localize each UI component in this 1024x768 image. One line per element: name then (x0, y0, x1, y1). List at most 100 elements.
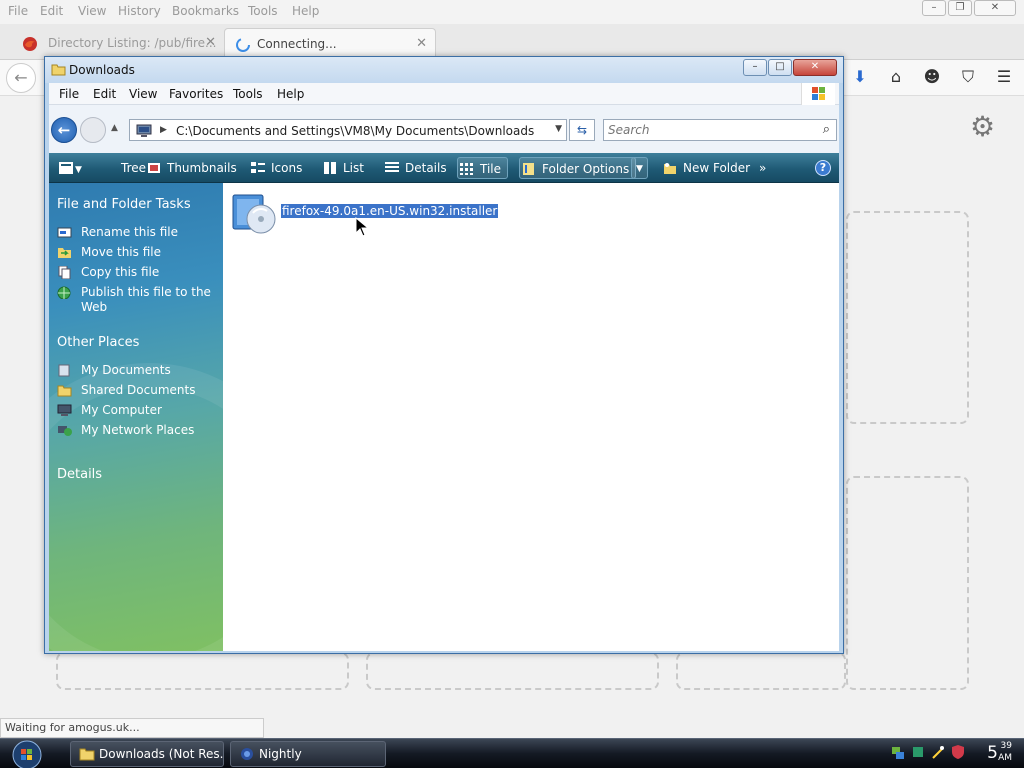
shared-documents-link[interactable]: Shared Documents (57, 383, 217, 398)
more-chevron-icon[interactable]: » (759, 157, 766, 179)
ff-status-bar: Waiting for amogus.uk... (0, 718, 264, 738)
taskbar-nightly-button[interactable]: Nightly (230, 741, 386, 767)
icons-button[interactable]: Icons (249, 157, 302, 179)
other-places-heading[interactable]: Other Places (57, 335, 139, 350)
taskbar-downloads-button[interactable]: Downloads (Not Res... (70, 741, 224, 767)
tile-button[interactable]: Tile (457, 157, 509, 179)
tray-network-icon[interactable] (890, 743, 906, 761)
computer-icon (136, 124, 152, 137)
network-icon (58, 426, 72, 436)
ff-menu-bookmarks[interactable]: Bookmarks (172, 4, 239, 18)
explorer-titlebar[interactable]: Downloads – □ ✕ (45, 57, 843, 83)
gear-icon[interactable]: ⚙ (970, 110, 995, 143)
menu-file[interactable]: File (59, 87, 79, 101)
ff-restore-button[interactable]: ❐ (948, 0, 972, 16)
ff-menu-view[interactable]: View (78, 4, 106, 18)
my-documents-icon (58, 364, 70, 377)
task-label: Rename this file (81, 225, 179, 239)
chevron-right-icon[interactable]: ▶ (160, 125, 167, 135)
new-folder-icon (664, 163, 676, 174)
topsite-tile[interactable] (846, 211, 969, 424)
topsite-tile[interactable] (846, 476, 969, 690)
tree-button[interactable]: Tree (99, 157, 146, 179)
ff-menu-edit[interactable]: Edit (40, 4, 63, 18)
chevron-down-icon[interactable]: ▼ (555, 124, 562, 134)
file-folder-tasks-heading[interactable]: File and Folder Tasks (57, 197, 191, 212)
menu-favorites[interactable]: Favorites (169, 87, 223, 101)
task-pane: File and Folder Tasks Rename this file M… (49, 183, 223, 651)
list-button[interactable]: List (321, 157, 364, 179)
pocket-icon[interactable]: ⛉ (950, 67, 986, 87)
computer-icon (57, 404, 72, 416)
file-name-label[interactable]: firefox-49.0a1.en-US.win32.installer (281, 204, 499, 218)
start-button[interactable] (8, 739, 46, 768)
forward-button[interactable] (80, 117, 106, 143)
tray-wand-icon[interactable] (930, 743, 946, 761)
clock-ampm: AM (998, 753, 1012, 763)
hamburger-menu-icon[interactable]: ☰ (986, 67, 1022, 87)
thumbnails-label: Thumbnails (167, 161, 237, 175)
details-button[interactable]: Details (383, 157, 447, 179)
minimize-button[interactable]: – (743, 59, 767, 76)
ff-menu-history[interactable]: History (118, 4, 161, 18)
folder-options-button[interactable]: Folder Options (519, 157, 637, 179)
topsite-tile[interactable] (366, 652, 659, 690)
my-network-places-link[interactable]: My Network Places (57, 423, 217, 438)
address-path: C:\Documents and Settings\VM8\My Documen… (176, 124, 535, 138)
publish-file-link[interactable]: Publish this file to the Web (57, 285, 217, 315)
my-documents-link[interactable]: My Documents (57, 363, 217, 378)
new-folder-button[interactable]: New Folder (661, 157, 750, 179)
tab-close-icon[interactable]: ✕ (416, 29, 427, 59)
ff-menu-tools[interactable]: Tools (248, 4, 278, 18)
views-button[interactable]: ▼ (57, 157, 82, 179)
chat-icon[interactable]: ☻ (914, 67, 950, 87)
help-icon[interactable]: ? (815, 160, 831, 176)
maximize-button[interactable]: □ (768, 59, 792, 76)
explorer-menubar: File Edit View Favorites Tools Help (49, 83, 839, 105)
explorer-window-controls: – □ ✕ (743, 59, 837, 76)
menu-tools[interactable]: Tools (233, 87, 263, 101)
search-box[interactable]: ⌕ (603, 119, 837, 141)
move-file-icon (58, 248, 71, 258)
search-input[interactable] (608, 122, 808, 138)
folder-icon (57, 385, 72, 397)
home-icon[interactable]: ⌂ (878, 67, 914, 87)
tab-close-icon[interactable]: ✕ (205, 28, 216, 58)
ff-toolbar-icons: ⬇ ⌂ ☻ ⛉ ☰ (842, 67, 1022, 87)
tree-label: Tree (121, 161, 147, 175)
search-icon[interactable]: ⌕ (823, 122, 830, 137)
download-icon[interactable]: ⬇ (842, 67, 878, 87)
explorer-window: Downloads – □ ✕ File Edit View Favorites… (44, 56, 844, 654)
thumbnails-button[interactable]: Thumbnails (145, 157, 237, 179)
menu-edit[interactable]: Edit (93, 87, 116, 101)
details-heading[interactable]: Details (57, 467, 102, 482)
file-view[interactable]: firefox-49.0a1.en-US.win32.installer (223, 183, 839, 651)
topsite-tile[interactable] (56, 652, 349, 690)
tab-title: Directory Listing: /pub/fire... (48, 36, 217, 50)
ff-minimize-button[interactable]: – (922, 0, 946, 16)
ff-close-button[interactable]: ✕ (974, 0, 1016, 16)
ff-back-button[interactable]: ← (6, 63, 36, 93)
up-arrow-icon[interactable]: ▲ (111, 123, 118, 133)
folder-options-dropdown[interactable]: ▼ (631, 157, 648, 179)
refresh-button[interactable]: ⇆ (569, 119, 595, 141)
place-label: My Network Places (81, 423, 195, 437)
views-icon (59, 162, 73, 174)
back-button[interactable]: ← (51, 117, 77, 143)
rename-file-link[interactable]: Rename this file (57, 225, 217, 240)
place-label: Shared Documents (81, 383, 196, 397)
ff-menu-file[interactable]: File (8, 4, 28, 18)
move-file-link[interactable]: Move this file (57, 245, 217, 260)
copy-file-link[interactable]: Copy this file (57, 265, 217, 280)
tray-shield-icon[interactable] (950, 743, 966, 761)
address-bar[interactable]: ▶ C:\Documents and Settings\VM8\My Docum… (129, 119, 567, 141)
my-computer-link[interactable]: My Computer (57, 403, 217, 418)
task-label: Move this file (81, 245, 161, 259)
close-button[interactable]: ✕ (793, 59, 837, 76)
menu-help[interactable]: Help (277, 87, 304, 101)
topsite-tile[interactable] (676, 652, 846, 690)
tray-app-icon[interactable] (910, 743, 926, 761)
menu-view[interactable]: View (129, 87, 157, 101)
list-view-icon (324, 162, 336, 174)
ff-menu-help[interactable]: Help (292, 4, 319, 18)
